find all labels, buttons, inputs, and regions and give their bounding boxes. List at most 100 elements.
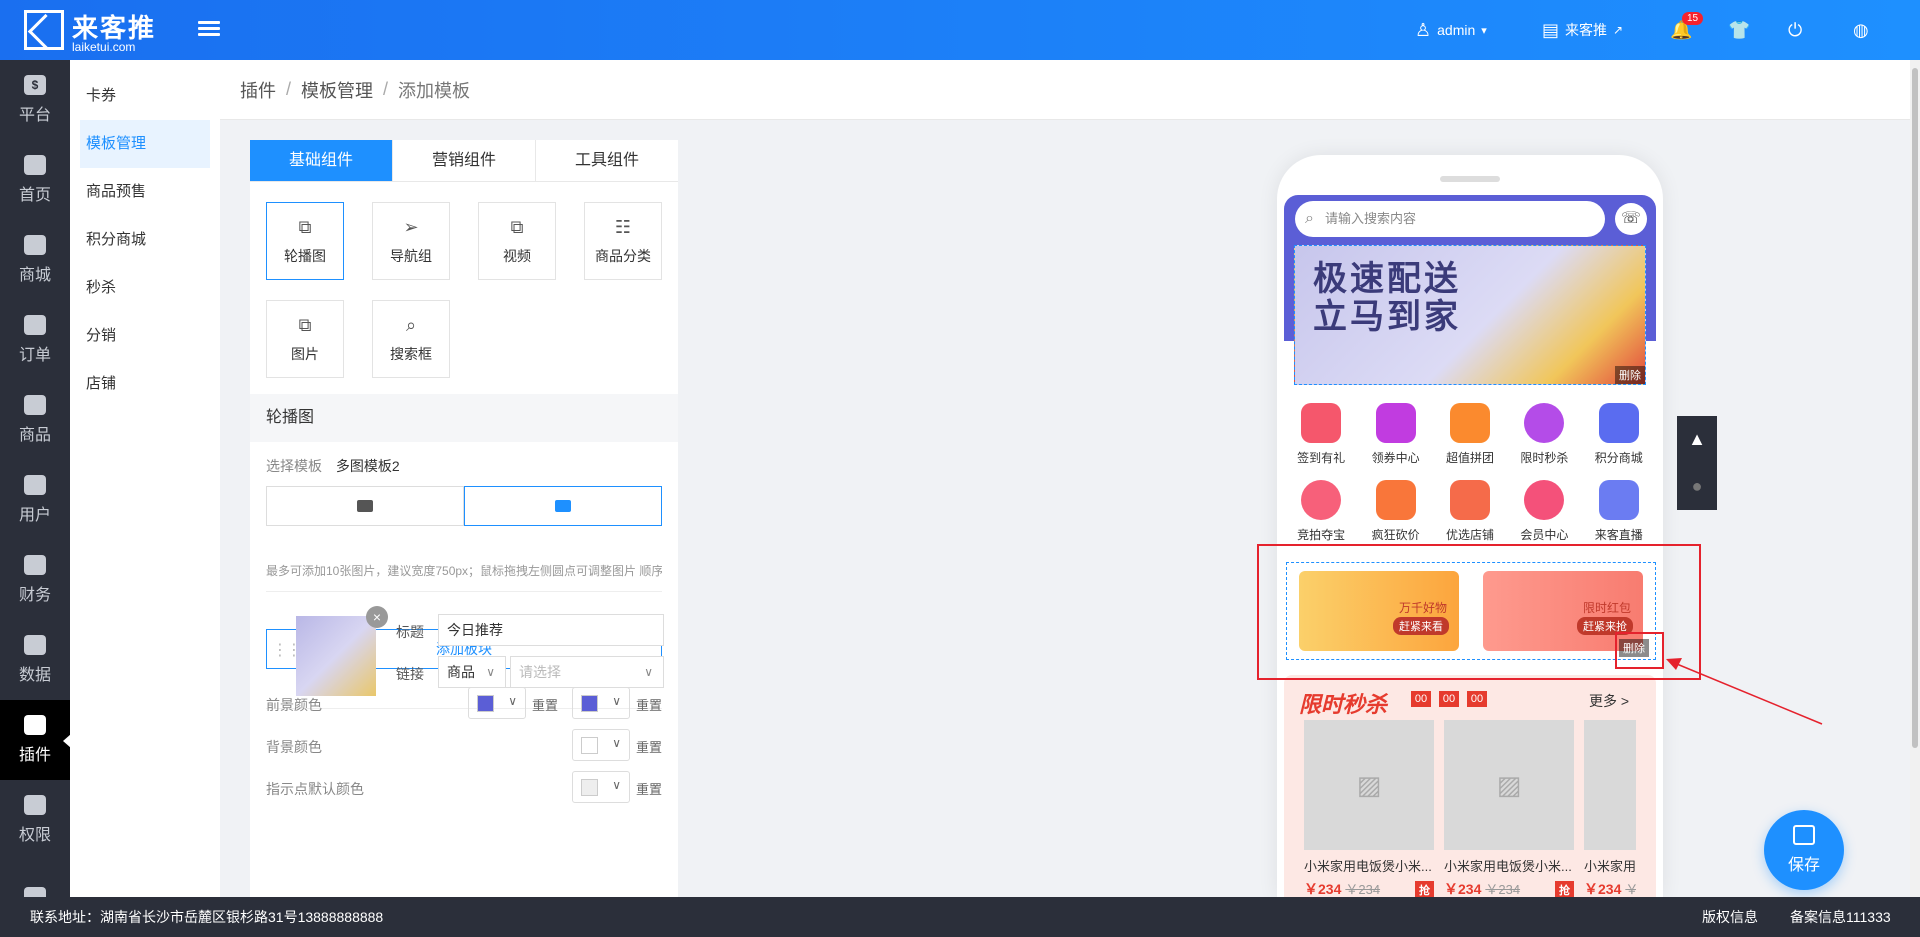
breadcrumb-plugin[interactable]: 插件 [240,77,276,103]
footer-record[interactable]: 备案信息111333 [1790,897,1891,937]
order-icon [24,315,46,335]
nav-item-finance[interactable]: 财务 [0,540,70,620]
icon-auction[interactable]: 竞拍夺宝 [1288,480,1354,543]
fg-color-label: 前景颜色 [266,697,322,713]
fg-color-picker-1[interactable]: ∨ [468,687,526,719]
banner-delete[interactable]: 删除 [1615,366,1645,384]
tab-tools[interactable]: 工具组件 [536,140,678,181]
component-video[interactable]: ⧉ 视频 [478,202,556,280]
component-category[interactable]: ☷ 商品分类 [584,202,662,280]
user-avatar-icon: ♙ [1415,19,1432,40]
icon-signin[interactable]: 签到有礼 [1288,403,1354,466]
submenu-item-template[interactable]: 模板管理 [80,120,210,168]
icon-store[interactable]: 优选店铺 [1437,480,1503,543]
template-row: 选择模板 多图模板2 [250,456,678,476]
icon-member[interactable]: 会员中心 [1511,480,1577,543]
link-label: 链接 [396,666,424,682]
logo-mark-icon [24,10,64,50]
product-card[interactable]: ▨ 小米家用电饭煲小米... ￥234 ￥234 抢 [1304,720,1434,897]
apple-icon[interactable]: ● [1677,463,1717,510]
android-icon[interactable]: ▲ [1677,416,1717,463]
grab-tag[interactable]: 抢 [1415,881,1434,897]
nav-item-goods[interactable]: 商品 [0,380,70,460]
nav-item-order[interactable]: 订单 [0,300,70,380]
page-scrollbar[interactable] [1910,60,1920,897]
fg-color-picker-2[interactable]: ∨ [572,687,630,719]
logo-domain: laiketui.com [72,40,136,54]
nav-item-platform[interactable]: $ 平台 [0,60,70,140]
tshirt-button[interactable]: 👕 [1728,0,1756,60]
send-icon: ➢ [403,216,419,237]
store-icon: ▤ [1542,19,1560,40]
language-button[interactable]: ◍ [1853,0,1875,60]
submenu-item-store[interactable]: 店铺 [70,360,220,408]
nav-item-data[interactable]: 数据 [0,620,70,700]
puzzle-icon [24,715,46,735]
nav-item-plugin[interactable]: 插件 [0,700,71,780]
phone-banner[interactable]: 极速配送 立马到家 删除 [1294,245,1646,385]
bg-color-row: 背景颜色 ∨ 重置 [250,725,678,767]
fg-reset-1[interactable]: 重置 [532,695,558,714]
icon-bargain[interactable]: 疯狂砍价 [1363,480,1429,543]
power-button[interactable]: ⏻ [1788,0,1808,60]
template-label: 选择模板 [266,458,322,474]
breadcrumb-template[interactable]: 模板管理 [301,77,373,103]
user-menu[interactable]: ♙ admin ▾ [1415,0,1487,60]
category-icon: ☷ [614,216,632,237]
component-carousel[interactable]: ⧉ 轮播图 [266,202,344,280]
chat-icon[interactable]: ☏ [1615,203,1647,235]
wallet-icon [24,555,46,575]
dot-reset[interactable]: 重置 [636,779,662,798]
dot-color-row: 指示点默认颜色 ∨ 重置 [250,767,678,809]
menu-toggle-icon[interactable] [198,18,220,40]
component-nav-group[interactable]: ➢ 导航组 [372,202,450,280]
icon-flash-sale[interactable]: 限时秒杀 [1511,403,1577,466]
phone-search-bar[interactable]: 请输入搜索内容 [1295,201,1605,237]
power-icon: ⏻ [1788,19,1803,40]
component-tabs: 基础组件 营销组件 工具组件 [250,140,678,182]
picture-icon: ⧉ [298,314,312,335]
home-icon [24,155,46,175]
globe-icon: ◍ [1853,19,1869,40]
product-card[interactable]: ▨ 小米家用电饭煲小米... ￥234 ￥234 抢 [1444,720,1574,897]
icon-group-buy[interactable]: 超值拼团 [1437,403,1503,466]
footer-address: 联系地址：湖南省长沙市岳麓区银杉路31号13888888888 [30,909,384,925]
nav-item-mall[interactable]: 商城 [0,220,70,300]
image-placeholder-icon: ▨ [1444,720,1574,850]
nav-item-user[interactable]: 用户 [0,460,70,540]
icon-points-mall[interactable]: 积分商城 [1586,403,1652,466]
component-image[interactable]: ⧉ 图片 [266,300,344,378]
component-search[interactable]: ⌕ 搜索框 [372,300,450,378]
bg-reset[interactable]: 重置 [636,737,662,756]
shop-link[interactable]: ▤ 来客推 ↗ [1542,0,1623,60]
footer-copyright[interactable]: 版权信息 [1702,897,1758,937]
submenu-item-coupon[interactable]: 卡券 [70,72,220,120]
icon-coupon[interactable]: 领券中心 [1363,403,1429,466]
logo[interactable]: 来客推 laiketui.com [24,8,174,54]
save-button[interactable]: 保存 [1764,810,1844,890]
bg-color-picker[interactable]: ∨ [572,729,630,761]
fg-reset-2[interactable]: 重置 [636,695,662,714]
image-icon [555,500,571,512]
template-option-1[interactable] [266,486,464,526]
dot-color-picker[interactable]: ∨ [572,771,630,803]
nav-item-home[interactable]: 首页 [0,140,70,220]
template-option-2[interactable] [464,486,662,526]
icon-live[interactable]: 来客直播 [1586,480,1652,543]
shop-name: 来客推 [1565,22,1608,38]
submenu-item-presale[interactable]: 商品预售 [70,168,220,216]
submenu-item-points-mall[interactable]: 积分商城 [70,216,220,264]
grab-tag[interactable]: 抢 [1555,881,1574,897]
tab-marketing[interactable]: 营销组件 [393,140,536,181]
submenu-item-seckill[interactable]: 秒杀 [70,264,220,312]
flash-sale-more[interactable]: 更多 > [1589,691,1629,711]
submenu-item-distribution[interactable]: 分销 [70,312,220,360]
chevron-down-icon: ∨ [612,778,621,792]
notification-button[interactable]: 🔔 15 [1670,0,1704,60]
tab-basic[interactable]: 基础组件 [250,140,393,181]
user-name: admin [1437,22,1476,38]
nav-item-permission[interactable]: 权限 [0,780,70,860]
remove-image-icon[interactable]: × [366,606,388,628]
title-input[interactable]: 今日推荐 [438,614,664,646]
product-card[interactable]: ▨ 小米家用 ￥234￥ [1584,720,1636,897]
